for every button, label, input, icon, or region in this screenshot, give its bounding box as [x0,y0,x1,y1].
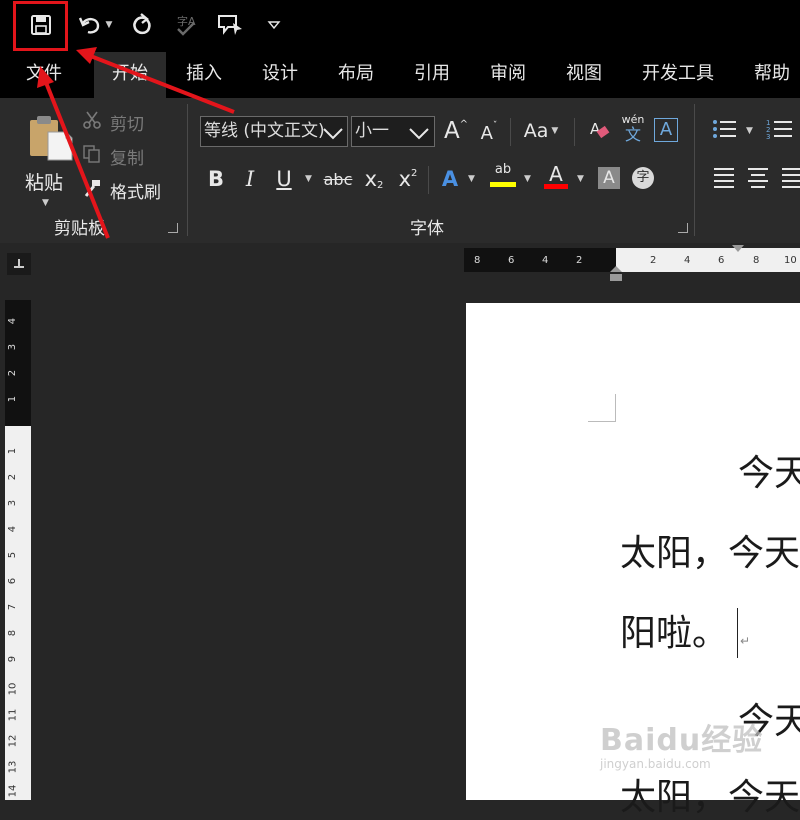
arrow-head [37,66,54,88]
annotation-arrows [37,47,235,239]
ruler-number: 2 [7,473,19,481]
ruler-number: 13 [7,760,19,774]
ruler-number: 5 [7,551,19,559]
arrow-to-save [87,53,235,114]
ruler-number: 10 [7,682,19,696]
ruler-number: 3 [7,343,19,351]
baidu-watermark: Baidu经验 jingyan.baidu.com [600,715,763,771]
paragraph-mark: ↵ [740,634,751,648]
ruler-number: 2 [7,369,19,377]
ruler-number: 4 [7,525,19,533]
ruler-number: 12 [7,734,19,748]
ruler-number: 9 [7,655,19,663]
document-line: 太阳，今天 [620,533,800,574]
margin-corner-mark [588,394,616,422]
ruler-number: 4 [7,317,19,325]
ruler-number: 1 [7,395,19,403]
document-line: 阳啦。 [620,613,729,654]
document-line: 太阳，今天 [620,777,800,818]
text-cursor [737,608,738,658]
ruler-number: 1 [7,447,19,455]
ruler-number: 3 [7,499,19,507]
watermark-url: jingyan.baidu.com [600,757,711,771]
watermark-logo: Baidu经验 [600,723,764,758]
arrow-to-file [43,79,110,239]
indent-marker[interactable] [609,264,623,282]
ruler-number: 7 [7,603,19,611]
ruler-number: 14 [7,784,19,798]
ruler-number: 8 [7,629,19,637]
document-line: 今天 [738,453,800,494]
ruler-number: 11 [7,708,19,722]
ruler-number: 6 [7,577,19,585]
